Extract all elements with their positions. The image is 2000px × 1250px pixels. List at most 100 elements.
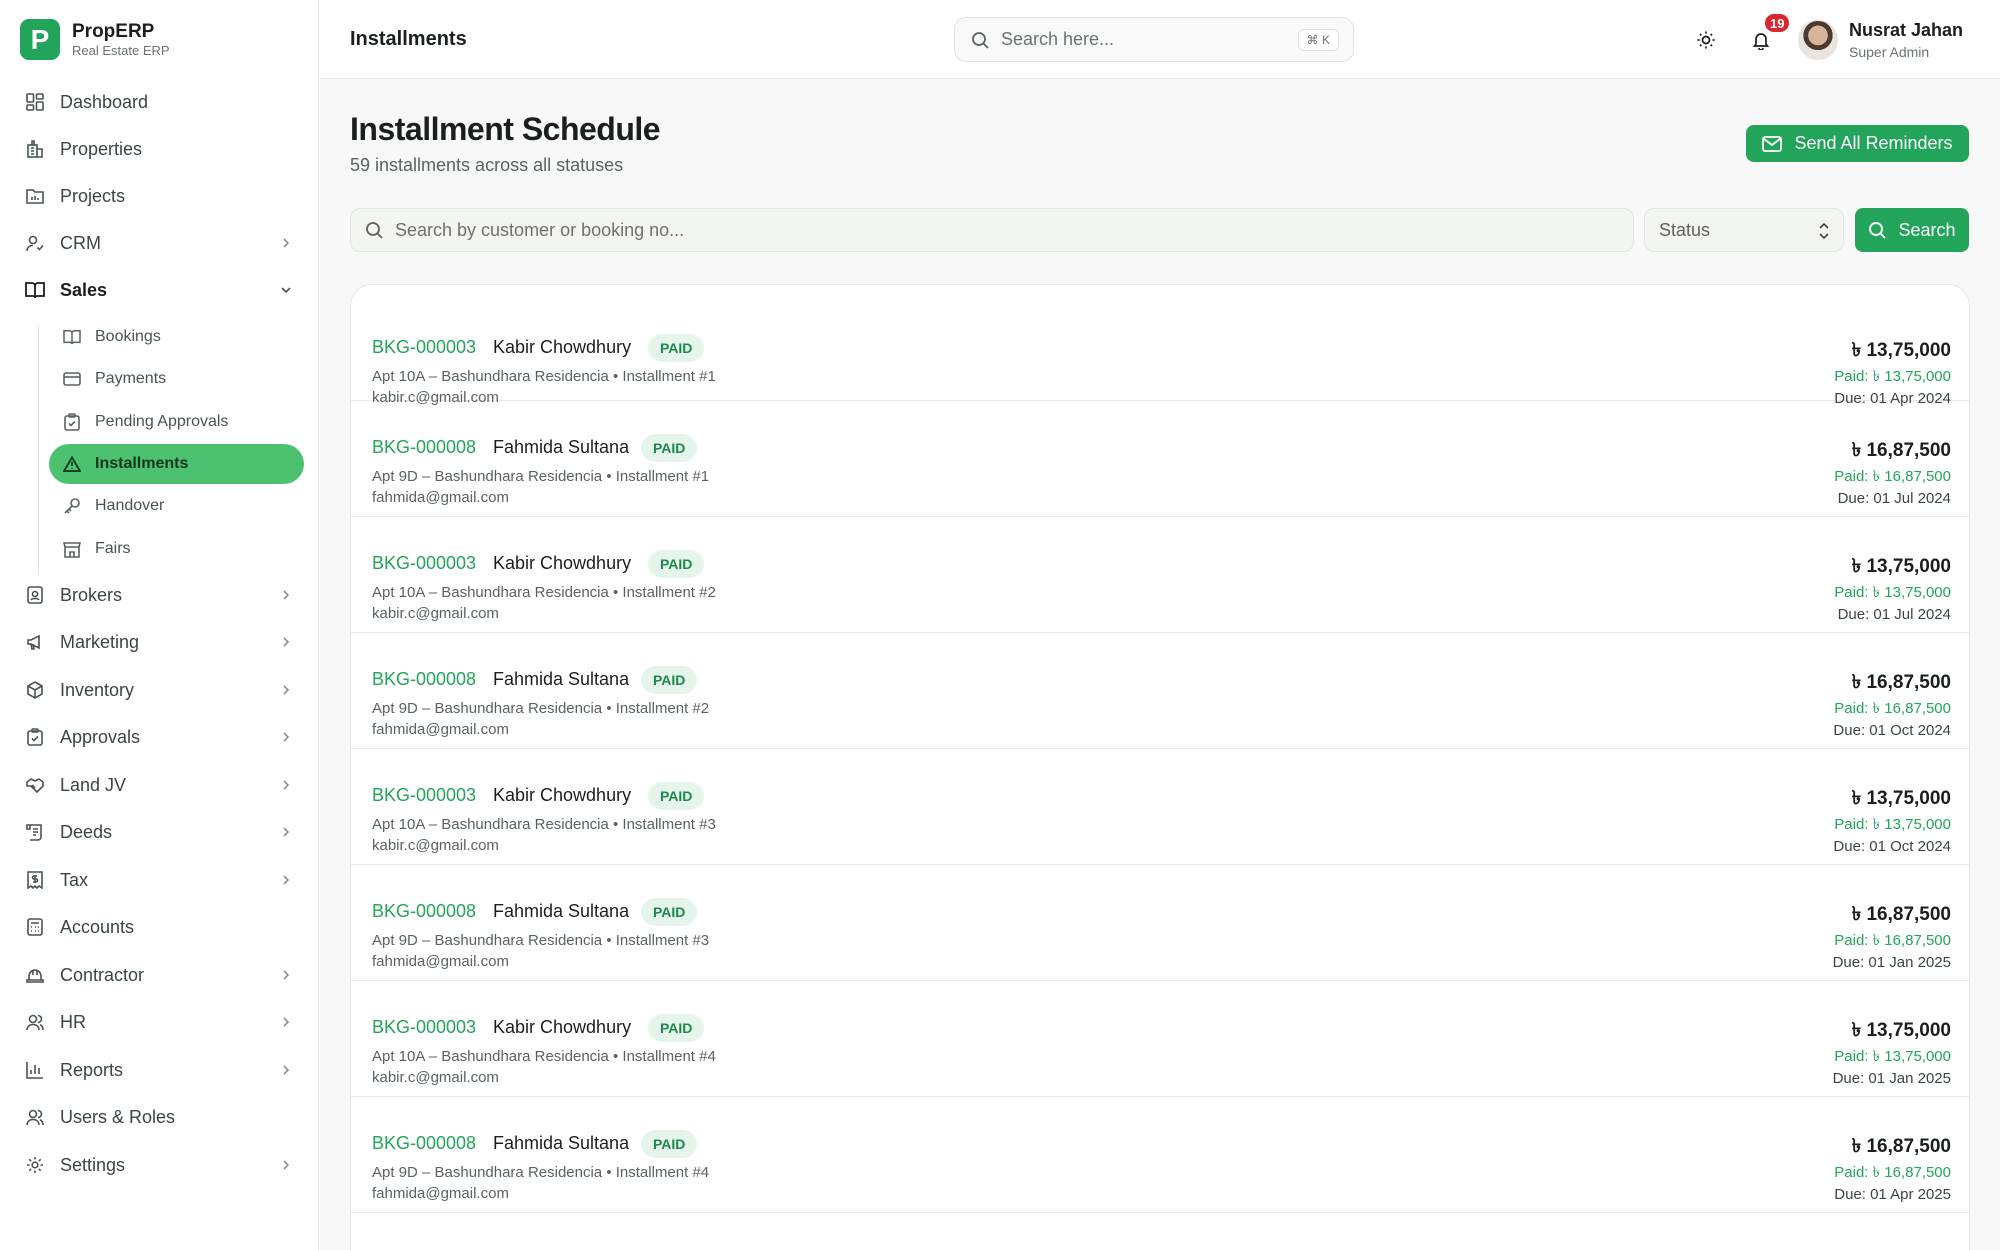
customer-name: Fahmida Sultana [493, 437, 630, 457]
sidebar-item-label: Brokers [60, 584, 123, 605]
booking-number-link[interactable]: BKG-000003 [372, 337, 476, 358]
due-date: Due: 01 Oct 2024 [1833, 722, 1951, 739]
sidebar-subitem-payments[interactable]: Payments [49, 359, 304, 399]
installment-amount: ৳ 13,75,000 [1851, 556, 1951, 577]
sidebar-item-deeds[interactable]: Deeds [24, 812, 294, 852]
customer-name: Fahmida Sultana [493, 669, 630, 689]
sidebar-item-brokers[interactable]: Brokers [24, 575, 294, 615]
subnav-line [38, 325, 39, 575]
installment-row[interactable]: BKG-000008 Fahmida Sultana PAID Apt 9D –… [351, 865, 1969, 981]
status-badge: PAID [641, 434, 698, 462]
sidebar-item-label: Properties [60, 138, 143, 159]
paid-amount: Paid: ৳ 16,87,500 [1834, 1164, 1951, 1181]
unit-installment-info: Apt 9D – Bashundhara Residencia • Instal… [372, 932, 710, 949]
sidebar-item-label: Contractor [60, 964, 145, 985]
sidebar-item-label: Tax [60, 869, 89, 890]
installment-row[interactable]: BKG-000008 Fahmida Sultana PAID Apt 9D –… [351, 401, 1969, 517]
send-all-reminders-button[interactable]: Send All Reminders [1746, 125, 1969, 162]
installment-row[interactable]: BKG-000008 Fahmida Sultana PAID Apt 9D –… [351, 1097, 1969, 1213]
sidebar-item-accounts[interactable]: Accounts [24, 907, 294, 947]
sidebar-subitem-installments[interactable]: Installments [49, 444, 304, 484]
chevron-right-icon [278, 587, 294, 603]
avatar[interactable] [1798, 20, 1838, 60]
chevron-right-icon [278, 872, 294, 888]
sidebar-item-properties[interactable]: Properties [24, 129, 294, 169]
status-badge: PAID [648, 334, 705, 362]
theme-toggle-button[interactable] [1690, 24, 1722, 56]
receipt-dollar-icon [24, 869, 46, 891]
customer-name: Kabir Chowdhury [493, 1017, 632, 1037]
booking-number-link[interactable]: BKG-000008 [372, 669, 476, 690]
installment-row[interactable]: BKG-000003 Kabir Chowdhury PAID Apt 10A … [351, 285, 1969, 407]
clipboard-check-icon [24, 726, 46, 748]
users-icon [24, 1106, 46, 1128]
installment-row[interactable]: BKG-000003 Kabir Chowdhury PAID Apt 10A … [351, 517, 1969, 633]
sidebar-item-settings[interactable]: Settings [24, 1145, 294, 1185]
page-title: Installment Schedule [350, 111, 661, 147]
package-icon [24, 679, 46, 701]
users-icon [24, 1011, 46, 1033]
sidebar-item-label: CRM [60, 232, 101, 253]
sidebar-subitem-fairs[interactable]: Fairs [49, 529, 304, 569]
status-select[interactable]: Status [1644, 208, 1844, 252]
due-date: Due: 01 Jul 2024 [1837, 606, 1951, 623]
megaphone-icon [24, 631, 46, 653]
paid-amount: Paid: ৳ 16,87,500 [1834, 468, 1951, 485]
sidebar-item-dashboard[interactable]: Dashboard [24, 82, 294, 122]
sidebar-item-contractor[interactable]: Contractor [24, 955, 294, 995]
sidebar-item-users-roles[interactable]: Users & Roles [24, 1097, 294, 1137]
sidebar-item-tax[interactable]: Tax [24, 860, 294, 900]
installment-search-placeholder: Search by customer or booking no... [395, 219, 685, 240]
sidebar-item-label: Accounts [60, 916, 135, 937]
sidebar-item-reports[interactable]: Reports [24, 1050, 294, 1090]
booking-number-link[interactable]: BKG-000003 [372, 1017, 476, 1038]
sidebar-subitem-label: Pending Approvals [95, 413, 229, 430]
sidebar-item-projects[interactable]: Projects [24, 176, 294, 216]
chevron-right-icon [278, 1014, 294, 1030]
global-search-input[interactable]: Search here... ⌘ K [954, 17, 1354, 62]
sidebar-item-land-jv[interactable]: Land JV [24, 765, 294, 805]
sidebar-subitem-handover[interactable]: Handover [49, 486, 304, 526]
booking-number-link[interactable]: BKG-000008 [372, 901, 476, 922]
sidebar-item-sales[interactable]: Sales [24, 270, 294, 310]
installment-amount: ৳ 13,75,000 [1851, 1020, 1951, 1041]
installment-list: BKG-000003 Kabir Chowdhury PAID Apt 10A … [350, 284, 1970, 1250]
installment-amount: ৳ 13,75,000 [1851, 788, 1951, 809]
unit-installment-info: Apt 9D – Bashundhara Residencia • Instal… [372, 1164, 710, 1181]
installment-row[interactable]: BKG-000003 Kabir Chowdhury PAID Apt 10A … [351, 749, 1969, 865]
chevron-right-icon [278, 967, 294, 983]
sidebar-item-crm[interactable]: CRM [24, 223, 294, 263]
sidebar-item-marketing[interactable]: Marketing [24, 622, 294, 662]
booking-number-link[interactable]: BKG-000008 [372, 1133, 476, 1154]
sidebar-item-label: Dashboard [60, 91, 149, 112]
installment-row[interactable]: BKG-000008 Fahmida Sultana PAID Apt 9D –… [351, 633, 1969, 749]
sidebar-subitem-bookings[interactable]: Bookings [49, 317, 304, 357]
booking-number-link[interactable]: BKG-000003 [372, 785, 476, 806]
sidebar-item-inventory[interactable]: Inventory [24, 670, 294, 710]
customer-email: fahmida@gmail.com [372, 721, 509, 738]
search-button[interactable]: Search [1855, 208, 1969, 252]
sidebar-item-label: Approvals [60, 726, 141, 747]
chevron-right-icon [278, 634, 294, 650]
chevron-right-icon [278, 235, 294, 251]
unit-installment-info: Apt 9D – Bashundhara Residencia • Instal… [372, 468, 710, 485]
search-button-label: Search [1898, 219, 1956, 240]
unit-installment-info: Apt 10A – Bashundhara Residencia • Insta… [372, 584, 716, 601]
paid-amount: Paid: ৳ 13,75,000 [1834, 1048, 1951, 1065]
sidebar-item-approvals[interactable]: Approvals [24, 717, 294, 757]
bell-icon [1751, 30, 1771, 50]
clipboard-check-icon [62, 412, 82, 432]
brand[interactable]: P PropERP Real Estate ERP [20, 19, 170, 60]
installment-row[interactable]: BKG-000003 Kabir Chowdhury PAID Apt 10A … [351, 981, 1969, 1097]
user-name[interactable]: Nusrat Jahan [1849, 20, 1963, 41]
mail-icon [1762, 135, 1783, 152]
sidebar-subitem-pending-approvals[interactable]: Pending Approvals [49, 402, 304, 442]
brand-name: PropERP [72, 20, 155, 42]
booking-number-link[interactable]: BKG-000003 [372, 553, 476, 574]
status-badge: PAID [641, 898, 698, 926]
installment-search-input[interactable]: Search by customer or booking no... [350, 208, 1634, 252]
booking-number-link[interactable]: BKG-000008 [372, 437, 476, 458]
search-icon [365, 221, 383, 239]
grid-icon [24, 91, 46, 113]
sidebar-item-hr[interactable]: HR [24, 1002, 294, 1042]
